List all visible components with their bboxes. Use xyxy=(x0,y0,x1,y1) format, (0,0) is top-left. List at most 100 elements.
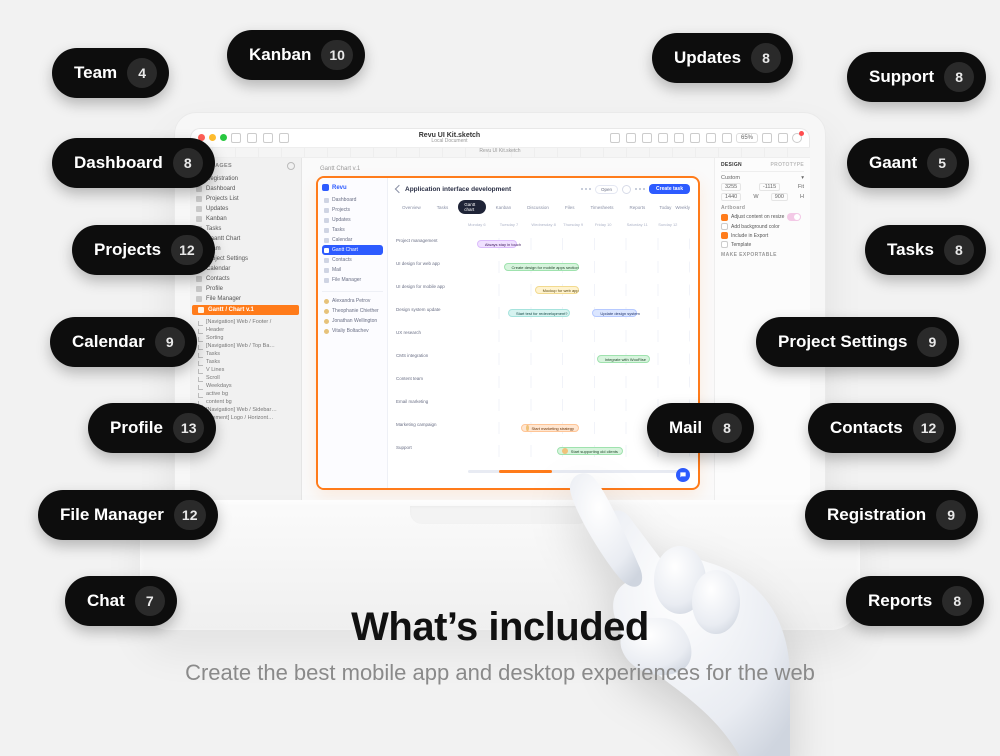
sketch-layer-item[interactable]: [Navigation] Web / Top Ba… xyxy=(194,342,297,350)
pages-icon[interactable] xyxy=(247,133,257,143)
tool-icon[interactable] xyxy=(690,133,700,143)
create-task-button[interactable]: Create task xyxy=(649,184,690,194)
resize-toggle[interactable] xyxy=(787,213,801,221)
revu-nav-item[interactable]: Projects xyxy=(322,205,383,215)
tool-icon[interactable] xyxy=(674,133,684,143)
revu-user-item[interactable]: Alexandra Petrov xyxy=(322,296,383,306)
inspector-tab-prototype[interactable]: PROTOTYPE xyxy=(771,162,804,168)
revu-nav-item[interactable]: File Manager xyxy=(322,275,383,285)
gantt-task-bar[interactable]: Update design system xyxy=(592,309,636,317)
pos-y-input[interactable]: -1115 xyxy=(759,183,780,191)
pill-mail[interactable]: Mail8 xyxy=(647,403,754,453)
gantt-lane[interactable]: Mockup for web app xyxy=(468,284,690,296)
sketch-page-item[interactable]: File Manager xyxy=(190,294,301,304)
search-icon[interactable] xyxy=(622,185,631,194)
sketch-layer-item[interactable]: Sorting xyxy=(194,334,297,342)
sketch-page-item[interactable]: Projects List xyxy=(190,194,301,204)
revu-tab-bar[interactable]: OverviewTasksGantt chartKanbanDiscussion… xyxy=(388,200,698,218)
revu-tab-toolbar-item[interactable]: Weekly xyxy=(675,205,690,210)
inspector-tabs[interactable]: DESIGN PROTOTYPE xyxy=(721,162,804,172)
gantt-lane[interactable]: Always stay in touch xyxy=(468,238,690,250)
sketch-canvas[interactable]: Gantt Chart v.1 Revu DashboardProjectsUp… xyxy=(302,158,714,504)
sketch-page-item[interactable]: Contacts xyxy=(190,274,301,284)
sketch-page-item[interactable]: Kanban xyxy=(190,214,301,224)
play-icon[interactable] xyxy=(762,133,772,143)
revu-tab[interactable]: Discussion xyxy=(521,203,555,212)
components-icon[interactable] xyxy=(263,133,273,143)
pos-x-input[interactable]: 3255 xyxy=(721,183,741,191)
pill-team[interactable]: Team4 xyxy=(52,48,169,98)
pill-projset[interactable]: Project Settings9 xyxy=(756,317,959,367)
gantt-lane[interactable]: Create design for mobile apps section xyxy=(468,261,690,273)
revu-nav-item[interactable]: Updates xyxy=(322,215,383,225)
gantt-task-bar[interactable]: Always stay in touch xyxy=(477,240,517,248)
tool-icon[interactable] xyxy=(722,133,732,143)
revu-nav-item[interactable]: Contacts xyxy=(322,255,383,265)
pill-updates[interactable]: Updates8 xyxy=(652,33,793,83)
gantt-scrollbar[interactable] xyxy=(468,470,690,473)
gantt-task-bar[interactable]: Mockup for web app xyxy=(535,286,579,294)
toolbar-right-icons[interactable] xyxy=(610,133,732,143)
insert-plus-icon[interactable] xyxy=(279,133,289,143)
revu-gantt[interactable]: Monday 6Tuesday 7Wednesday 8Thursday 9Fr… xyxy=(388,218,698,488)
gantt-task-bar[interactable]: Create design for mobile apps section xyxy=(504,263,579,271)
status-chip[interactable]: Open xyxy=(595,185,618,194)
revu-nav-item[interactable]: Gantt Chart xyxy=(322,245,383,255)
gantt-task-bar[interactable]: Start test for redevelopment? xyxy=(508,309,570,317)
pill-support[interactable]: Support8 xyxy=(847,52,986,102)
revu-user-item[interactable]: Theophanie Chiether xyxy=(322,306,383,316)
sketch-layer-item[interactable]: active bg xyxy=(194,390,297,398)
sketch-sidebar[interactable]: NEW PAGES RegistrationDashboardProjects … xyxy=(190,158,302,504)
revu-nav-item[interactable]: Calendar xyxy=(322,235,383,245)
tool-icon[interactable] xyxy=(626,133,636,143)
sketch-layer-item[interactable]: content bg xyxy=(194,398,297,406)
size-preset[interactable]: Custom xyxy=(721,175,740,181)
pill-projects[interactable]: Projects12 xyxy=(72,225,215,275)
toolbar-left-icons[interactable] xyxy=(231,133,289,143)
pill-gaant[interactable]: Gaant5 xyxy=(847,138,969,188)
opt-export[interactable]: Include in Export xyxy=(721,232,804,239)
more-menu-icon[interactable] xyxy=(635,188,645,190)
pill-tasks[interactable]: Tasks8 xyxy=(865,225,986,275)
tool-icon[interactable] xyxy=(658,133,668,143)
revu-user-item[interactable]: Jonathan Wellington xyxy=(322,316,383,326)
toolbar-preview-icons[interactable] xyxy=(762,133,788,143)
zoom-level[interactable]: 65% xyxy=(736,133,758,143)
tool-icon[interactable] xyxy=(642,133,652,143)
pill-contacts[interactable]: Contacts12 xyxy=(808,403,956,453)
sidebar-toggle-icon[interactable] xyxy=(231,133,241,143)
sketch-layer-item[interactable]: Tasks xyxy=(194,358,297,366)
pill-calendar[interactable]: Calendar9 xyxy=(50,317,197,367)
revu-tab[interactable]: Overview xyxy=(396,203,427,212)
inspector-tab-design[interactable]: DESIGN xyxy=(721,162,742,168)
cloud-icon[interactable] xyxy=(778,133,788,143)
sketch-page-item-selected[interactable]: Gantt / Chart v.1 xyxy=(192,305,299,315)
revu-tab[interactable]: Gantt chart xyxy=(458,200,485,214)
sketch-layer-item[interactable]: Scroll xyxy=(194,374,297,382)
revu-nav-list[interactable]: DashboardProjectsUpdatesTasksCalendarGan… xyxy=(322,195,383,285)
revu-nav-item[interactable]: Dashboard xyxy=(322,195,383,205)
revu-user-item[interactable]: Vitaliy Boltachev xyxy=(322,326,383,336)
sketch-layer-item[interactable]: [Navigation] Web / Footer / xyxy=(194,318,297,326)
visibility-toggle-icon[interactable] xyxy=(287,162,295,170)
notifications-icon[interactable] xyxy=(792,133,802,143)
revu-tab[interactable]: Tasks xyxy=(431,203,455,212)
chat-fab[interactable] xyxy=(676,468,690,482)
gantt-task-bar[interactable]: Start marketing strategy xyxy=(521,424,579,432)
pill-registration[interactable]: Registration9 xyxy=(805,490,978,540)
revu-nav-item[interactable]: Mail xyxy=(322,265,383,275)
revu-tab-toolbar-item[interactable]: Today xyxy=(659,205,671,210)
opt-resize[interactable]: Adjust content on resize xyxy=(721,213,804,221)
tool-icon[interactable] xyxy=(610,133,620,143)
revu-tab[interactable]: Timesheets xyxy=(584,203,619,212)
sketch-page-item[interactable]: Updates xyxy=(190,204,301,214)
sketch-layer-item[interactable]: Header xyxy=(194,326,297,334)
sketch-layer-item[interactable]: Weekdays xyxy=(194,382,297,390)
traffic-lights[interactable] xyxy=(198,134,227,141)
opt-template[interactable]: Template xyxy=(721,241,804,248)
pill-filemgr[interactable]: File Manager12 xyxy=(38,490,218,540)
sketch-layer-item[interactable]: Tasks xyxy=(194,350,297,358)
gantt-lane[interactable] xyxy=(468,330,690,342)
gantt-lane[interactable]: Integrate with WooRise xyxy=(468,353,690,365)
size-w-input[interactable]: 1440 xyxy=(721,193,741,201)
